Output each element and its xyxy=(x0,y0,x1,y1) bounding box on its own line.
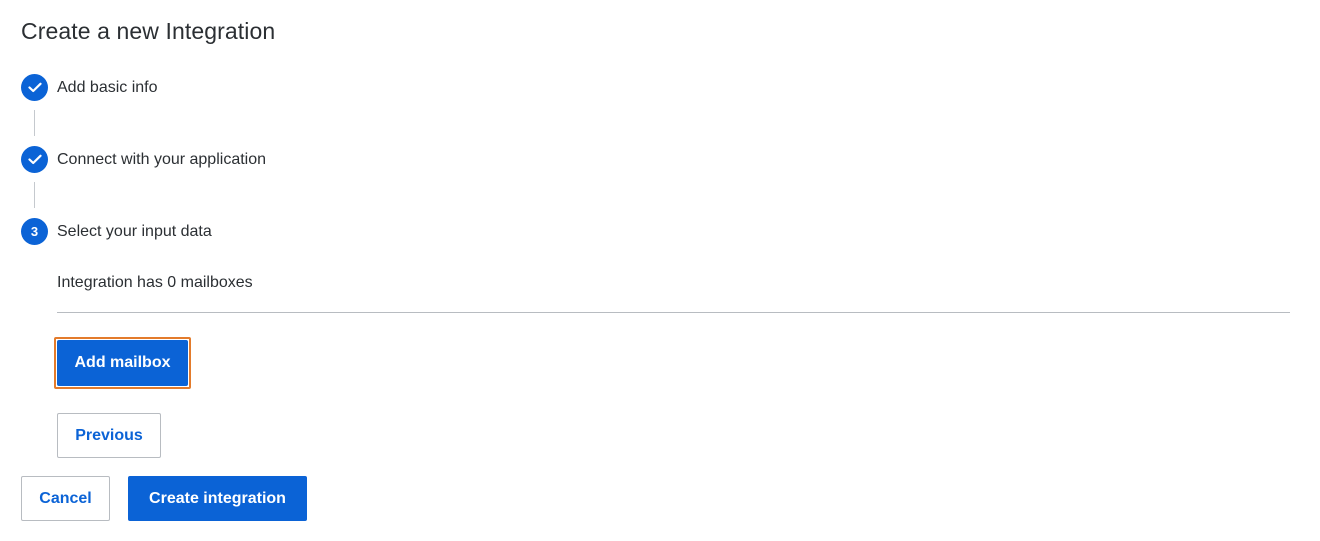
page-title: Create a new Integration xyxy=(21,18,276,44)
divider xyxy=(57,312,1290,313)
create-integration-button[interactable]: Create integration xyxy=(128,476,307,521)
step-number-badge: 3 xyxy=(21,218,48,245)
previous-button[interactable]: Previous xyxy=(57,413,161,458)
step-connector xyxy=(34,182,35,208)
step-label: Select your input data xyxy=(57,222,212,240)
step-complete-check-icon xyxy=(21,146,48,173)
check-icon xyxy=(27,82,42,93)
step-label: Add basic info xyxy=(57,78,158,96)
add-mailbox-button[interactable]: Add mailbox xyxy=(57,340,188,386)
step-select-input-data: 3 Select your input data xyxy=(21,218,212,245)
cancel-button[interactable]: Cancel xyxy=(21,476,110,521)
step-connector xyxy=(34,110,35,136)
create-integration-page: Create a new Integration Add basic info … xyxy=(0,0,1320,541)
check-icon xyxy=(27,154,42,165)
mailbox-count-text: Integration has 0 mailboxes xyxy=(57,274,253,291)
step-label: Connect with your application xyxy=(57,150,267,168)
step-complete-check-icon xyxy=(21,74,48,101)
step-add-basic-info: Add basic info xyxy=(21,74,158,101)
step-connect-application: Connect with your application xyxy=(21,146,266,173)
